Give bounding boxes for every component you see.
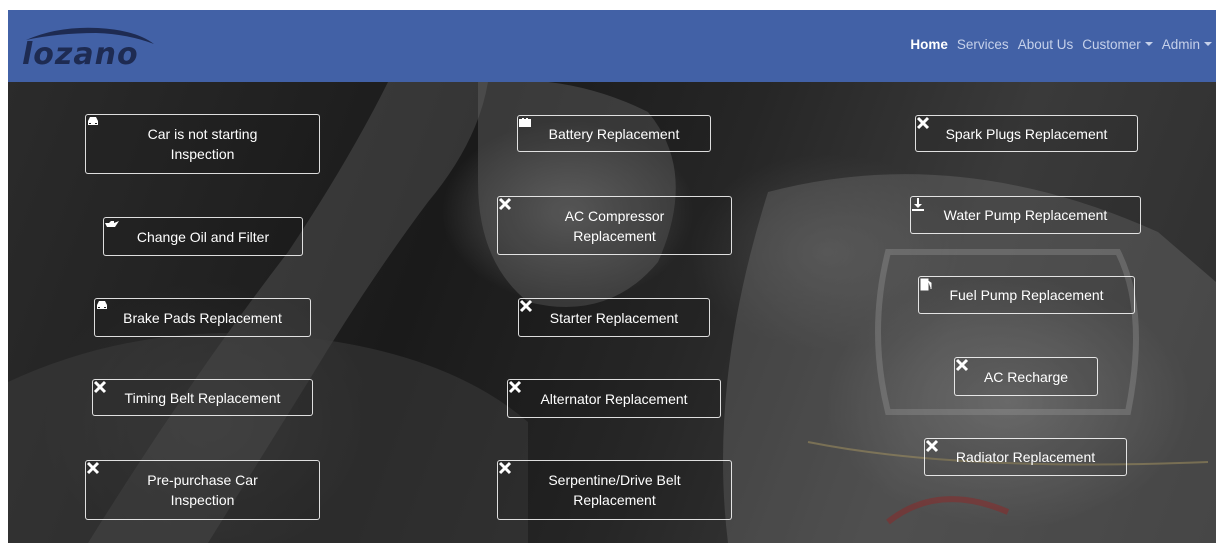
pre-purchase-line2: Inspection — [170, 492, 235, 508]
water-pump-icon — [912, 198, 924, 211]
starter-label: Starter Replacement — [549, 309, 679, 326]
change-oil-label: Change Oil and Filter — [136, 228, 270, 245]
service-spark-plugs[interactable]: Spark Plugs Replacement — [915, 115, 1138, 152]
ac-recharge-label: AC Recharge — [983, 368, 1069, 385]
fuel-pump-icon — [920, 278, 932, 291]
serpentine-line1: Serpentine/Drive Belt — [548, 472, 681, 488]
service-serpentine-belt[interactable]: Serpentine/Drive Belt Replacement — [497, 460, 732, 520]
tools-icon — [519, 299, 533, 313]
service-label: AC Compressor Replacement — [498, 197, 665, 246]
logo-text: lozano — [22, 37, 139, 72]
tools-icon — [925, 439, 939, 453]
ac-compressor-line1: AC Compressor — [564, 207, 665, 224]
nav-about[interactable]: About Us — [1018, 37, 1074, 52]
tools-icon — [916, 116, 930, 130]
car-not-starting-line1: Car is not starting — [147, 126, 258, 142]
ac-compressor-line2: Replacement — [573, 227, 656, 244]
service-battery[interactable]: Battery Replacement — [517, 115, 711, 152]
pre-purchase-line1: Pre-purchase Car — [147, 472, 258, 488]
brand-logo[interactable]: lozano — [18, 22, 158, 72]
water-pump-label: Water Pump Replacement — [943, 207, 1108, 223]
alternator-label: Alternator Replacement — [540, 390, 688, 407]
tools-icon — [86, 461, 100, 475]
nav-home[interactable]: Home — [910, 37, 948, 52]
nav-services[interactable]: Services — [957, 37, 1009, 52]
service-starter[interactable]: Starter Replacement — [518, 298, 710, 337]
hero-background: Car is not starting Inspection Change Oi… — [8, 82, 1216, 543]
caret-down-icon — [1144, 42, 1153, 46]
service-water-pump[interactable]: Water Pump Replacement — [910, 196, 1141, 234]
car-icon — [88, 117, 98, 125]
timing-belt-label: Timing Belt Replacement — [124, 389, 281, 406]
service-label: Pre-purchase Car Inspection — [86, 461, 258, 510]
nav-customer-label: Customer — [1082, 37, 1141, 52]
oil-can-icon — [105, 221, 119, 227]
car-icon — [97, 301, 107, 309]
tools-icon — [955, 358, 969, 372]
navbar: lozano Home Services About Us Customer A… — [8, 10, 1216, 82]
service-ac-recharge[interactable]: AC Recharge — [954, 357, 1098, 396]
service-label: Serpentine/Drive Belt Replacement — [498, 461, 681, 510]
service-change-oil[interactable]: Change Oil and Filter — [103, 217, 303, 256]
nav-customer-dropdown[interactable]: Customer — [1082, 37, 1153, 52]
service-alternator[interactable]: Alternator Replacement — [507, 379, 721, 418]
service-label: Car is not starting Inspection — [88, 117, 258, 164]
caret-down-icon — [1204, 42, 1212, 46]
tools-icon — [93, 380, 107, 394]
fuel-pump-label: Fuel Pump Replacement — [949, 287, 1104, 303]
service-fuel-pump[interactable]: Fuel Pump Replacement — [918, 276, 1135, 314]
tools-icon — [498, 461, 512, 475]
nav-admin-label: Admin — [1161, 37, 1200, 52]
service-radiator[interactable]: Radiator Replacement — [924, 438, 1127, 476]
tools-icon — [508, 380, 522, 394]
spark-plugs-label: Spark Plugs Replacement — [945, 125, 1108, 142]
service-brake-pads[interactable]: Brake Pads Replacement — [94, 298, 311, 337]
battery-icon — [519, 118, 531, 127]
radiator-label: Radiator Replacement — [955, 449, 1096, 465]
battery-label: Battery Replacement — [548, 125, 680, 142]
service-timing-belt[interactable]: Timing Belt Replacement — [92, 379, 313, 416]
tools-icon — [498, 197, 512, 211]
service-ac-compressor[interactable]: AC Compressor Replacement — [497, 196, 732, 255]
nav-admin-dropdown[interactable]: Admin — [1162, 37, 1212, 52]
car-not-starting-line2: Inspection — [170, 146, 235, 162]
nav-menu: Home Services About Us Customer Admin — [910, 37, 1212, 52]
service-car-not-starting[interactable]: Car is not starting Inspection — [85, 114, 320, 174]
serpentine-line2: Replacement — [573, 492, 656, 508]
brake-pads-label: Brake Pads Replacement — [123, 309, 282, 326]
service-pre-purchase[interactable]: Pre-purchase Car Inspection — [85, 460, 320, 520]
